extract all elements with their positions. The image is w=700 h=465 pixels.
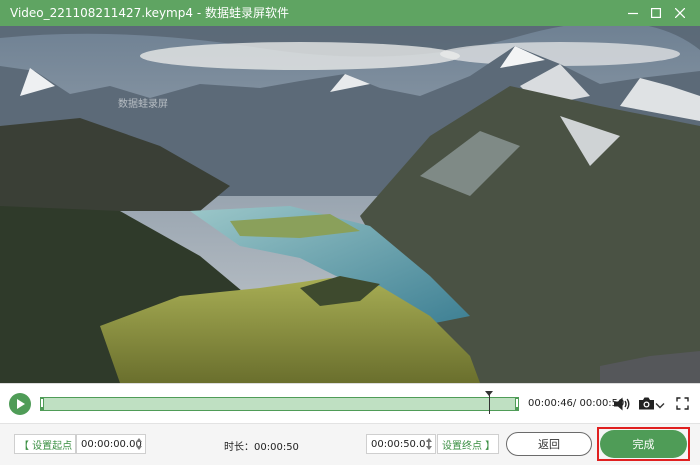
spin-down-icon[interactable] — [136, 446, 142, 450]
duration-label: 时长： — [224, 442, 254, 453]
duration-display: 时长：00:00:50 — [224, 438, 299, 453]
current-time: 00:00:46 — [528, 398, 573, 409]
app-window: Video_221108211427.keymp4 - 数据蛙录屏软件 数据蛙录… — [0, 0, 700, 465]
end-time-value: 00:00:50.01 — [371, 438, 432, 450]
video-watermark: 数据蛙录屏 — [118, 99, 168, 110]
back-button[interactable]: 返回 — [506, 432, 592, 456]
spin-up-icon[interactable] — [426, 438, 432, 442]
duration-value: 00:00:50 — [254, 442, 299, 453]
close-icon[interactable] — [667, 0, 693, 26]
end-time-field[interactable]: 00:00:50.01 — [366, 434, 436, 454]
trim-bar: 【 设置起点 00:00:00.00 时长：00:00:50 00:00:50.… — [0, 423, 700, 465]
fullscreen-icon[interactable] — [676, 397, 689, 413]
start-time-field[interactable]: 00:00:00.00 — [76, 434, 146, 454]
title-bar[interactable]: Video_221108211427.keymp4 - 数据蛙录屏软件 — [0, 0, 700, 26]
end-time-stepper[interactable] — [425, 436, 434, 452]
trim-start-handle[interactable] — [40, 397, 44, 411]
chevron-down-icon[interactable] — [655, 399, 665, 413]
maximize-icon[interactable] — [643, 0, 669, 26]
play-icon[interactable] — [9, 393, 31, 415]
camera-icon[interactable] — [638, 396, 655, 414]
video-preview[interactable]: 数据蛙录屏 — [0, 26, 700, 383]
done-button[interactable]: 完成 — [600, 430, 687, 458]
set-start-button[interactable]: 【 设置起点 — [14, 434, 76, 454]
trim-end-bracket — [516, 399, 518, 407]
trim-start-bracket — [41, 399, 43, 407]
spin-down-icon[interactable] — [426, 446, 432, 450]
trim-end-handle[interactable] — [515, 397, 519, 411]
timeline-track[interactable] — [40, 391, 519, 414]
start-time-stepper[interactable] — [135, 436, 144, 452]
volume-icon[interactable] — [613, 396, 631, 415]
start-time-value: 00:00:00.00 — [81, 438, 142, 450]
video-frame-landscape — [0, 26, 700, 383]
window-title: Video_221108211427.keymp4 - 数据蛙录屏软件 — [10, 6, 289, 20]
time-readout: 00:00:46/ 00:00:50 — [528, 398, 624, 410]
playhead[interactable] — [485, 391, 494, 414]
playback-controls: 00:00:46/ 00:00:50 — [0, 383, 700, 423]
spin-up-icon[interactable] — [136, 438, 142, 442]
set-end-button[interactable]: 设置终点 】 — [437, 434, 499, 454]
